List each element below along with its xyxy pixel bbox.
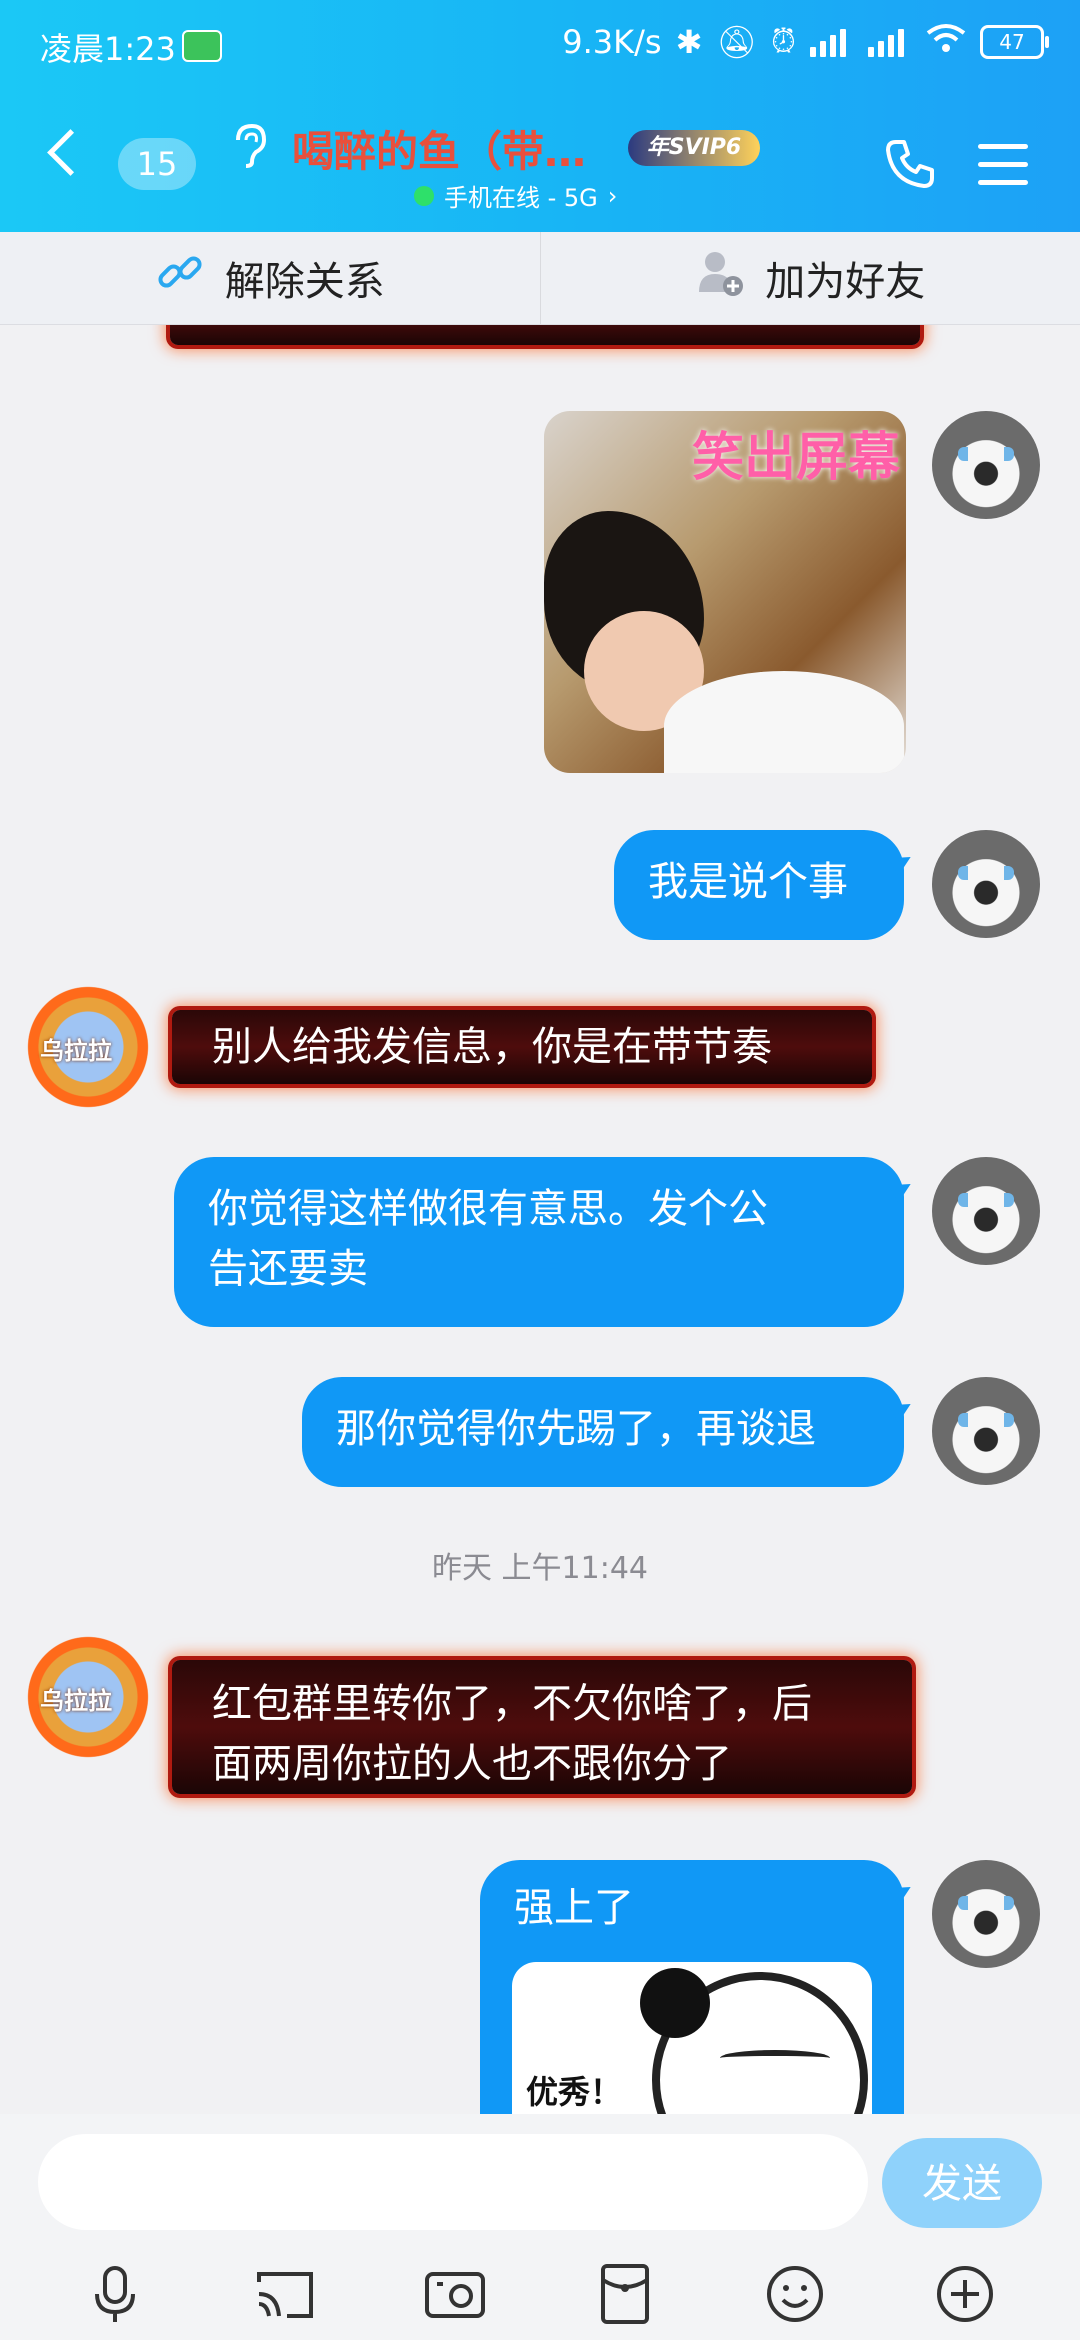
plus-icon[interactable] xyxy=(933,2262,997,2326)
contact-avatar[interactable]: 乌拉拉 xyxy=(26,1635,150,1759)
contact-avatar[interactable]: 乌拉拉 xyxy=(26,985,150,1109)
my-avatar[interactable] xyxy=(932,1860,1040,1968)
contact-avatar-text: 乌拉拉 xyxy=(40,1687,112,1715)
menu-icon[interactable] xyxy=(978,144,1028,186)
back-arrow-icon[interactable] xyxy=(47,129,94,176)
message-line: 红包群里转你了，不欠你啥了，后 xyxy=(212,1681,812,1727)
message-line: 告还要卖 xyxy=(208,1246,368,1292)
app-notification-icon xyxy=(182,30,222,62)
alarm-icon: ⏰︎ xyxy=(771,22,796,60)
online-dot-icon xyxy=(414,185,434,206)
emoji-icon[interactable] xyxy=(763,2262,827,2326)
chat-header: 凌晨1:23 9.3K/s ✱ 🔕︎ ⏰︎ 47 15 喝醉的鱼（带… 年SVI… xyxy=(0,0,1080,232)
message-line: 面两周你拉的人也不跟你分了 xyxy=(212,1741,732,1787)
online-status-text: 手机在线 - 5G xyxy=(444,184,598,212)
battery-icon: 47 xyxy=(980,24,1049,59)
message-text: 强上了 xyxy=(514,1885,634,1931)
composer: 发送 xyxy=(0,2114,1080,2340)
my-avatar[interactable] xyxy=(932,1377,1040,1485)
message-bubble-contact[interactable]: 别人给我发信息，你是在带节奏 xyxy=(172,1010,872,1084)
message-bubble-self[interactable]: 我是说个事 xyxy=(614,830,904,940)
remove-relation-label: 解除关系 xyxy=(224,259,385,305)
ear-icon[interactable] xyxy=(230,122,270,178)
red-packet-icon[interactable] xyxy=(593,2262,657,2326)
contact-avatar-text: 乌拉拉 xyxy=(40,1037,112,1065)
mute-icon: 🔕︎ xyxy=(716,22,758,61)
message-bubble-cutoff xyxy=(170,325,920,345)
status-time: 凌晨1:23 xyxy=(40,30,176,68)
add-friend-button[interactable]: 加为好友 xyxy=(539,232,1080,324)
cast-icon[interactable] xyxy=(253,2262,317,2326)
chevron-right-icon: › xyxy=(607,181,618,210)
remove-relation-button[interactable]: 解除关系 xyxy=(0,232,540,324)
net-speed: 9.3K/s xyxy=(562,22,662,61)
status-bar: 凌晨1:23 9.3K/s ✱ 🔕︎ ⏰︎ 47 xyxy=(0,20,1080,72)
unlink-icon xyxy=(155,248,205,308)
contact-name[interactable]: 喝醉的鱼（带… xyxy=(292,118,586,179)
online-status: 手机在线 - 5G › xyxy=(414,178,617,213)
message-bubble-self[interactable]: 你觉得这样做很有意思。发个公 告还要卖 xyxy=(174,1157,904,1327)
add-user-icon xyxy=(695,248,745,308)
image-caption: 笑出屏幕 xyxy=(691,428,900,488)
my-avatar[interactable] xyxy=(932,411,1040,519)
composer-toolbar xyxy=(0,2254,1080,2334)
message-input[interactable] xyxy=(38,2134,868,2230)
signal-icon xyxy=(810,27,854,57)
message-line: 你觉得这样做很有意思。发个公 xyxy=(208,1186,768,1232)
svip-badge: 年SVIP6 xyxy=(628,130,760,166)
my-avatar[interactable] xyxy=(932,1157,1040,1265)
signal-icon-2 xyxy=(868,27,912,57)
unread-count-badge[interactable]: 15 xyxy=(118,138,196,190)
message-bubble-self[interactable]: 那你觉得你先踢了，再谈退 xyxy=(302,1377,904,1487)
relation-action-bar: 解除关系 加为好友 xyxy=(0,232,1080,325)
send-button[interactable]: 发送 xyxy=(882,2138,1042,2228)
message-bubble-self[interactable]: 强上了 优秀！ xyxy=(480,1860,904,2115)
status-right-group: 9.3K/s ✱ 🔕︎ ⏰︎ 47 xyxy=(562,22,1049,61)
wifi-icon xyxy=(926,23,966,61)
bluetooth-icon: ✱ xyxy=(675,22,703,61)
add-friend-label: 加为好友 xyxy=(765,259,926,305)
phone-call-icon[interactable] xyxy=(884,138,936,190)
message-bubble-contact[interactable]: 红包群里转你了，不欠你啥了，后 面两周你拉的人也不跟你分了 xyxy=(172,1660,912,1794)
my-avatar[interactable] xyxy=(932,830,1040,938)
message-list[interactable]: 笑出屏幕 我是说个事 乌拉拉 别人给我发信息，你是在带节奏 你觉得这样做很有意思… xyxy=(0,325,1080,2115)
image-message[interactable]: 笑出屏幕 xyxy=(544,411,906,773)
camera-icon[interactable] xyxy=(423,2262,487,2326)
message-timestamp: 昨天 上午11:44 xyxy=(432,1551,648,1586)
sticker-image[interactable]: 优秀！ xyxy=(512,1962,872,2115)
microphone-icon[interactable] xyxy=(83,2262,147,2326)
sticker-caption: 优秀！ xyxy=(526,2073,623,2111)
